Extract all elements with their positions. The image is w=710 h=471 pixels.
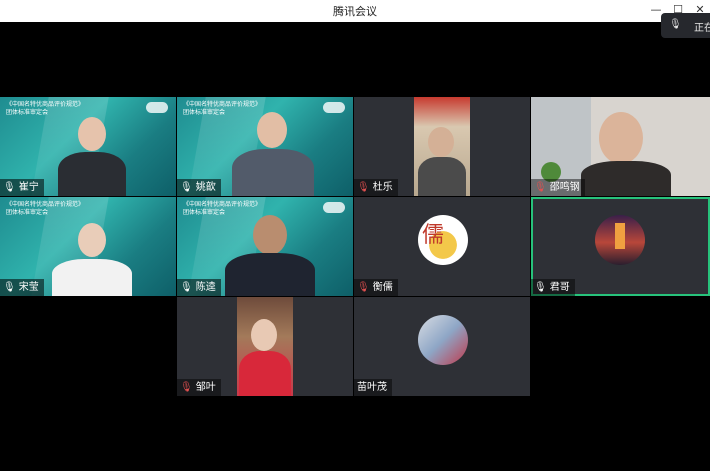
participant-name-tag: 🎙 衡儒 — [354, 279, 398, 296]
participant-name-tag: 🎙 崔宁 — [0, 179, 44, 196]
video-tile-6[interactable]: 《中国名特优商品评价规范》 团体标准审定会 🎙 陈逵 — [177, 197, 353, 296]
pagoda-icon — [615, 223, 625, 249]
video-tile-8-active-speaker[interactable]: 🎙 君哥 — [531, 197, 710, 296]
meeting-banner: 《中国名特优商品评价规范》 团体标准审定会 — [6, 101, 85, 116]
video-tile-1[interactable]: 《中国名特优商品评价规范》 团体标准审定会 🎙 崔宁 — [0, 97, 176, 196]
participant-name-tag: 🎙 杜乐 — [354, 179, 398, 196]
participant-name-tag: 🎙 陈逵 — [177, 279, 221, 296]
video-tile-4[interactable]: 🎙 邵鸣钢 — [531, 97, 710, 196]
video-tile-9[interactable]: 🎙 邹叶 — [177, 297, 353, 396]
meeting-banner: 《中国名特优商品评价规范》 团体标准审定会 — [183, 201, 262, 216]
participant-avatar — [595, 215, 645, 265]
participant-video — [78, 117, 106, 151]
participant-name-tag: 🎙 君哥 — [531, 279, 575, 296]
speaking-label: 正在 — [694, 23, 710, 34]
participant-name-tag: 🎙 邹叶 — [177, 379, 221, 396]
participant-video — [253, 215, 287, 255]
participant-video — [78, 223, 106, 257]
meeting-banner: 《中国名特优商品评价规范》 团体标准审定会 — [183, 101, 262, 116]
organizer-logo — [323, 202, 345, 213]
video-tile-7[interactable]: 儒 🎙 衡儒 — [354, 197, 530, 296]
video-grid: 《中国名特优商品评价规范》 团体标准审定会 🎙 崔宁 《中国名特优商品评价规范》 团体… — [0, 22, 710, 471]
avatar-calligraphy-icon: 儒 — [422, 223, 445, 248]
speaking-indicator: 🎙 正在 — [661, 13, 710, 38]
participant-name-tag: 🎙 邵鸣钢 — [531, 179, 585, 196]
mic-icon: 🎙 — [3, 182, 16, 193]
video-tile-10[interactable]: 苗叶茂 — [354, 297, 530, 396]
participant-video — [599, 112, 643, 164]
organizer-logo — [146, 102, 168, 113]
video-tile-2[interactable]: 《中国名特优商品评价规范》 团体标准审定会 🎙 姚歆 — [177, 97, 353, 196]
mic-muted-icon: 🎙 — [357, 282, 370, 293]
mic-icon: 🎙 — [669, 19, 682, 30]
video-tile-3[interactable]: 🎙 杜乐 — [354, 97, 530, 196]
participant-video — [257, 112, 287, 148]
mic-muted-icon: 🎙 — [534, 182, 547, 193]
participant-avatar — [418, 315, 468, 365]
title-bar: 腾讯会议 — ☐ ✕ — [0, 0, 710, 22]
meeting-banner: 《中国名特优商品评价规范》 团体标准审定会 — [6, 201, 85, 216]
mic-muted-icon: 🎙 — [357, 182, 370, 193]
participant-name-tag: 🎙 姚歆 — [177, 179, 221, 196]
mic-icon: 🎙 — [180, 282, 193, 293]
mic-muted-icon: 🎙 — [180, 382, 193, 393]
window-title: 腾讯会议 — [333, 5, 377, 18]
mic-icon: 🎙 — [3, 282, 16, 293]
participant-name-tag: 🎙 宋莹 — [0, 279, 44, 296]
mic-icon: 🎙 — [534, 282, 547, 293]
organizer-logo — [323, 102, 345, 113]
participant-avatar: 儒 — [418, 215, 468, 265]
participant-name-tag: 苗叶茂 — [354, 379, 392, 396]
mic-icon: 🎙 — [180, 182, 193, 193]
video-tile-5[interactable]: 《中国名特优商品评价规范》 团体标准审定会 🎙 宋莹 — [0, 197, 176, 296]
